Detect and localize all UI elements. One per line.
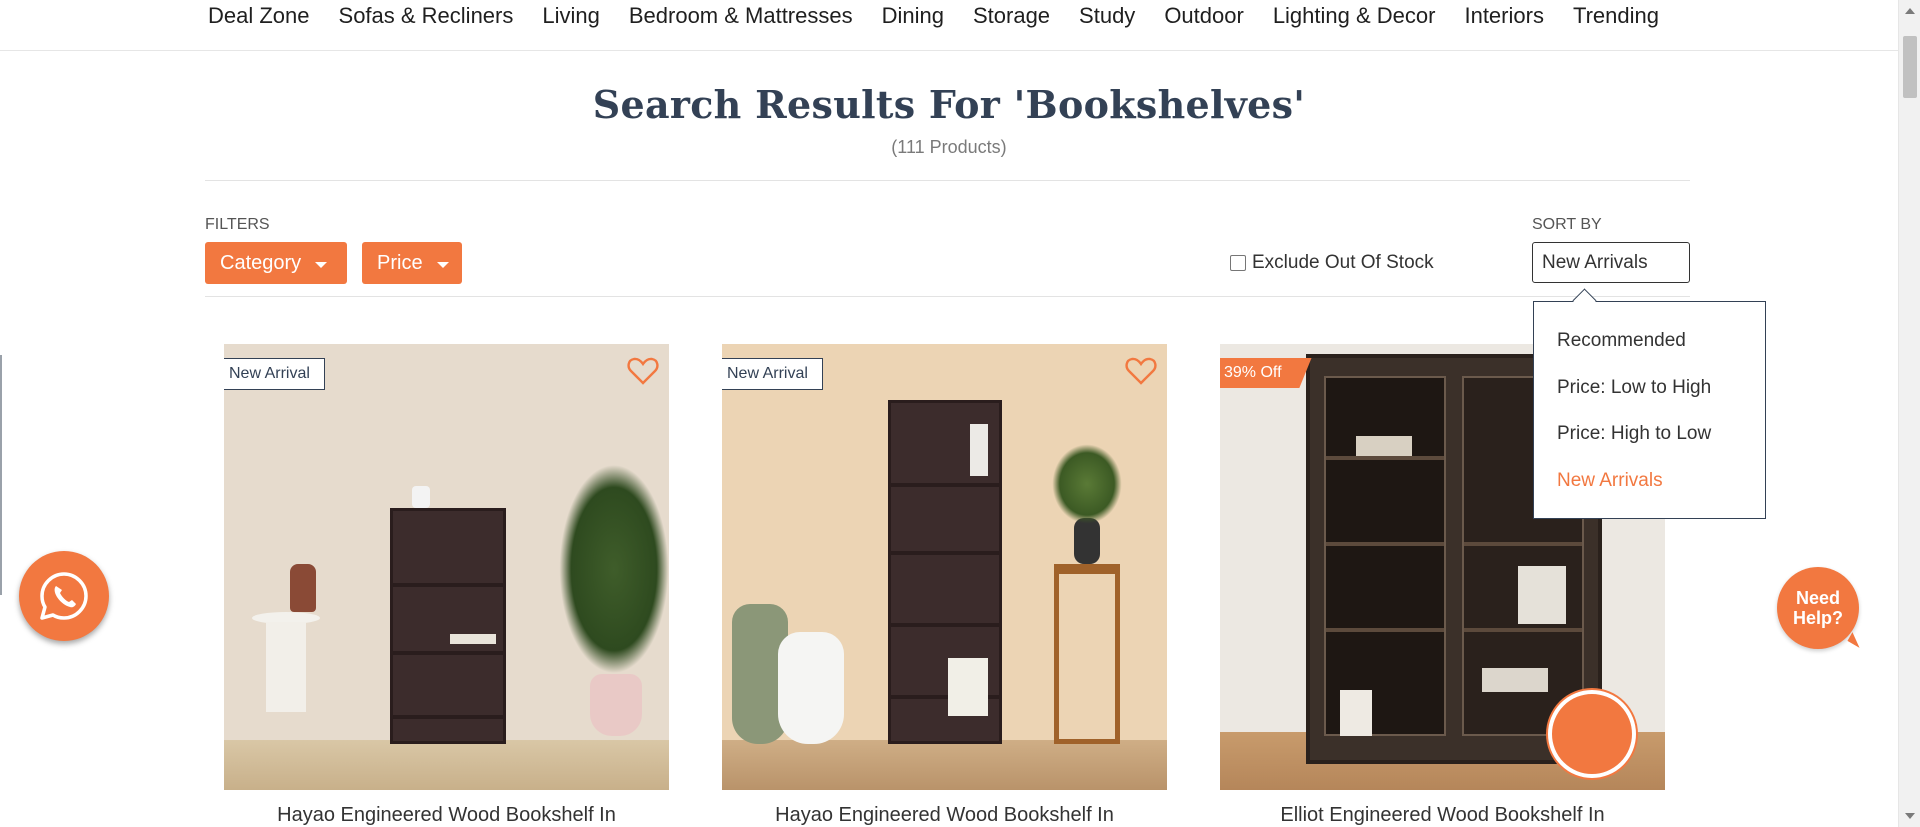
product-badge: New Arrival [722,358,823,390]
exclude-out-of-stock[interactable]: Exclude Out Of Stock [1230,252,1434,274]
whatsapp-button[interactable] [19,551,109,641]
nav-item-outdoor[interactable]: Outdoor [1164,2,1244,30]
product-image[interactable] [224,344,669,790]
nav-item-interiors[interactable]: Interiors [1464,2,1543,30]
nav-item-sofas-recliners[interactable]: Sofas & Recliners [339,2,514,30]
sort-option-recommended[interactable]: Recommended [1557,330,1686,352]
potted-plant [1052,444,1122,524]
books [970,424,988,476]
product-title[interactable]: Hayao Engineered Wood Bookshelf In [224,804,669,827]
bookshelf [390,508,506,744]
nav-item-living[interactable]: Living [542,2,599,30]
sort-dropdown-menu: Recommended Price: Low to High Price: Hi… [1533,301,1766,519]
category-filter-button[interactable]: Category [205,242,347,284]
page-title: Search Results For 'Bookshelves' [592,82,1306,127]
books [450,634,496,644]
books [948,658,988,716]
product-image[interactable] [722,344,1167,790]
divider [205,296,1690,297]
nav-item-lighting-decor[interactable]: Lighting & Decor [1273,2,1436,30]
discount-badge: 39% Off [1220,358,1312,388]
plant-stand [1054,564,1120,744]
product-card[interactable]: New Arrival [722,344,1167,790]
small-plant [412,486,430,508]
potted-plant [559,464,669,674]
left-edge-tab [0,355,2,595]
product-title[interactable]: Elliot Engineered Wood Bookshelf In [1220,804,1665,827]
scroll-down-icon[interactable] [1905,813,1915,819]
cabinet-left-door [1324,376,1446,736]
divider [205,180,1690,181]
top-navigation: Deal Zone Sofas & Recliners Living Bedro… [0,0,1898,51]
nav-item-dining[interactable]: Dining [882,2,944,30]
sort-by-label: SORT BY [1532,216,1602,233]
wishlist-heart-icon[interactable] [627,356,659,386]
sort-option-price-high-low[interactable]: Price: High to Low [1557,423,1711,445]
product-badge: New Arrival [224,358,325,390]
assured-seal [1548,690,1636,778]
nav-item-storage[interactable]: Storage [973,2,1050,30]
caret-down-icon [436,261,449,268]
exclude-out-of-stock-checkbox[interactable] [1230,255,1246,271]
filters-label: FILTERS [205,216,270,233]
nav-item-deal-zone[interactable]: Deal Zone [208,2,310,30]
nav-item-trending[interactable]: Trending [1573,2,1659,30]
nav-item-study[interactable]: Study [1079,2,1135,30]
side-table-base [266,622,306,712]
scroll-thumb[interactable] [1903,36,1917,98]
wishlist-heart-icon[interactable] [1125,356,1157,386]
need-help-button[interactable]: Need Help? [1777,567,1859,649]
category-filter-label: Category [220,251,302,274]
floor [722,740,1167,790]
need-help-label: Need Help? [1792,588,1843,628]
plant-pot [1074,518,1100,564]
sort-option-price-low-high[interactable]: Price: Low to High [1557,377,1711,399]
vase [290,564,316,612]
whatsapp-icon [40,572,88,620]
caret-down-icon [315,261,328,268]
sort-option-new-arrivals[interactable]: New Arrivals [1557,470,1663,492]
nav-item-bedroom-mattresses[interactable]: Bedroom & Mattresses [629,2,853,30]
exclude-out-of-stock-label: Exclude Out Of Stock [1252,252,1434,273]
floor [224,740,669,790]
white-vase [778,632,844,744]
scroll-up-icon[interactable] [1905,8,1915,14]
price-filter-label: Price [377,251,423,274]
price-filter-button[interactable]: Price [362,242,462,284]
sort-by-select[interactable]: New Arrivals [1532,242,1690,283]
product-card[interactable]: New Arrival [224,344,669,790]
page-scrollbar[interactable] [1898,0,1920,827]
plant-pot [590,674,642,736]
product-title[interactable]: Hayao Engineered Wood Bookshelf In [722,804,1167,827]
results-count: (111 Products) [891,137,1007,157]
